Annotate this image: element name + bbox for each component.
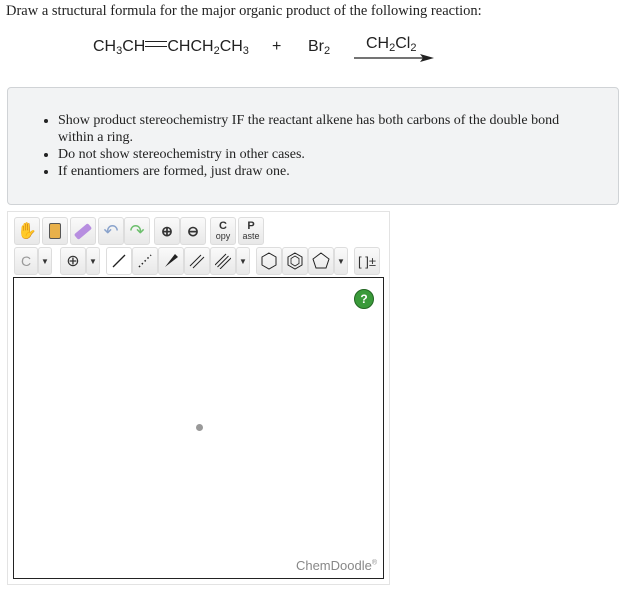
clear-button[interactable]: [42, 217, 68, 245]
redo-button[interactable]: ↷: [124, 217, 150, 245]
chevron-down-icon: ▼: [239, 256, 247, 266]
atom-dropdown[interactable]: ▼: [38, 247, 52, 275]
chemdoodle-logo: ChemDoodle®: [295, 558, 377, 573]
cyclohexane-icon: [261, 252, 277, 270]
plus-sign: +: [272, 38, 282, 55]
chevron-down-icon: ▼: [41, 256, 49, 266]
wedge-bond-button[interactable]: [158, 247, 184, 275]
hashed-bond-icon: [138, 254, 152, 268]
triple-bond-icon: [215, 253, 231, 269]
triple-bond-button[interactable]: [210, 247, 236, 275]
chemdoodle-sketcher: ✋ ↶ ↷ ⊕ ⊖ Copy Paste C ▼ ⊕ ▼ ▼ ▼ [ ]± ? …: [7, 211, 390, 585]
paste-button[interactable]: Paste: [238, 217, 264, 245]
bracket-charge-button[interactable]: [ ]±: [354, 247, 380, 275]
chevron-down-icon: ▼: [337, 256, 345, 266]
charge-button[interactable]: ⊕: [60, 247, 86, 275]
double-bond-button[interactable]: [184, 247, 210, 275]
paste-label-sub: aste: [242, 231, 260, 241]
bottle-icon: [49, 223, 61, 239]
single-bond-button[interactable]: [106, 247, 132, 275]
instruction-item: Do not show stereochemistry in other cas…: [58, 146, 618, 163]
solvent-label: CH2Cl2: [366, 35, 417, 54]
hand-tool-button[interactable]: ✋: [14, 217, 40, 245]
copy-button[interactable]: Copy: [210, 217, 236, 245]
charge-dropdown[interactable]: ▼: [86, 247, 100, 275]
question-text: Draw a structural formula for the major …: [6, 3, 482, 19]
paste-label: P: [247, 220, 255, 232]
ring-dropdown[interactable]: ▼: [334, 247, 348, 275]
instruction-item: If enantiomers are formed, just draw one…: [58, 163, 618, 180]
cyclopentane-icon: [312, 252, 330, 269]
instructions-box: Show product stereochemistry IF the reac…: [7, 87, 619, 205]
reactant-bromine: Br2: [308, 38, 331, 57]
zoom-out-icon: ⊖: [187, 222, 199, 239]
wedge-bond-icon: [165, 254, 178, 267]
double-bond-icon: [189, 254, 205, 269]
copy-label: C: [219, 220, 227, 232]
eraser-button[interactable]: [70, 217, 96, 245]
chevron-down-icon: ▼: [89, 256, 97, 266]
cursor-dot: [196, 424, 203, 431]
atom-label-button[interactable]: C: [14, 247, 38, 275]
cyclopentane-button[interactable]: [308, 247, 334, 275]
undo-icon: ↶: [103, 220, 119, 241]
benzene-icon: [287, 252, 303, 270]
bond-dropdown[interactable]: ▼: [236, 247, 250, 275]
benzene-button[interactable]: [282, 247, 308, 275]
cyclohexane-button[interactable]: [256, 247, 282, 275]
zoom-in-icon: ⊕: [161, 222, 173, 239]
zoom-out-button[interactable]: ⊖: [180, 217, 206, 245]
hand-icon: ✋: [17, 223, 37, 240]
reactant-alkene: CH3CH CHCH2CH3: [93, 38, 249, 57]
help-button[interactable]: ?: [354, 289, 374, 309]
undo-button[interactable]: ↶: [98, 217, 124, 245]
plus-circle-icon: ⊕: [66, 253, 80, 270]
reaction-arrow: [354, 54, 434, 62]
instruction-item: Show product stereochemistry IF the reac…: [58, 112, 618, 146]
hashed-bond-button[interactable]: [132, 247, 158, 275]
eraser-icon: [73, 222, 93, 240]
copy-label-sub: opy: [215, 231, 231, 241]
single-bond-icon: [112, 254, 126, 268]
drawing-canvas[interactable]: ? ChemDoodle®: [13, 277, 384, 579]
zoom-in-button[interactable]: ⊕: [154, 217, 180, 245]
redo-icon: ↷: [129, 220, 145, 241]
